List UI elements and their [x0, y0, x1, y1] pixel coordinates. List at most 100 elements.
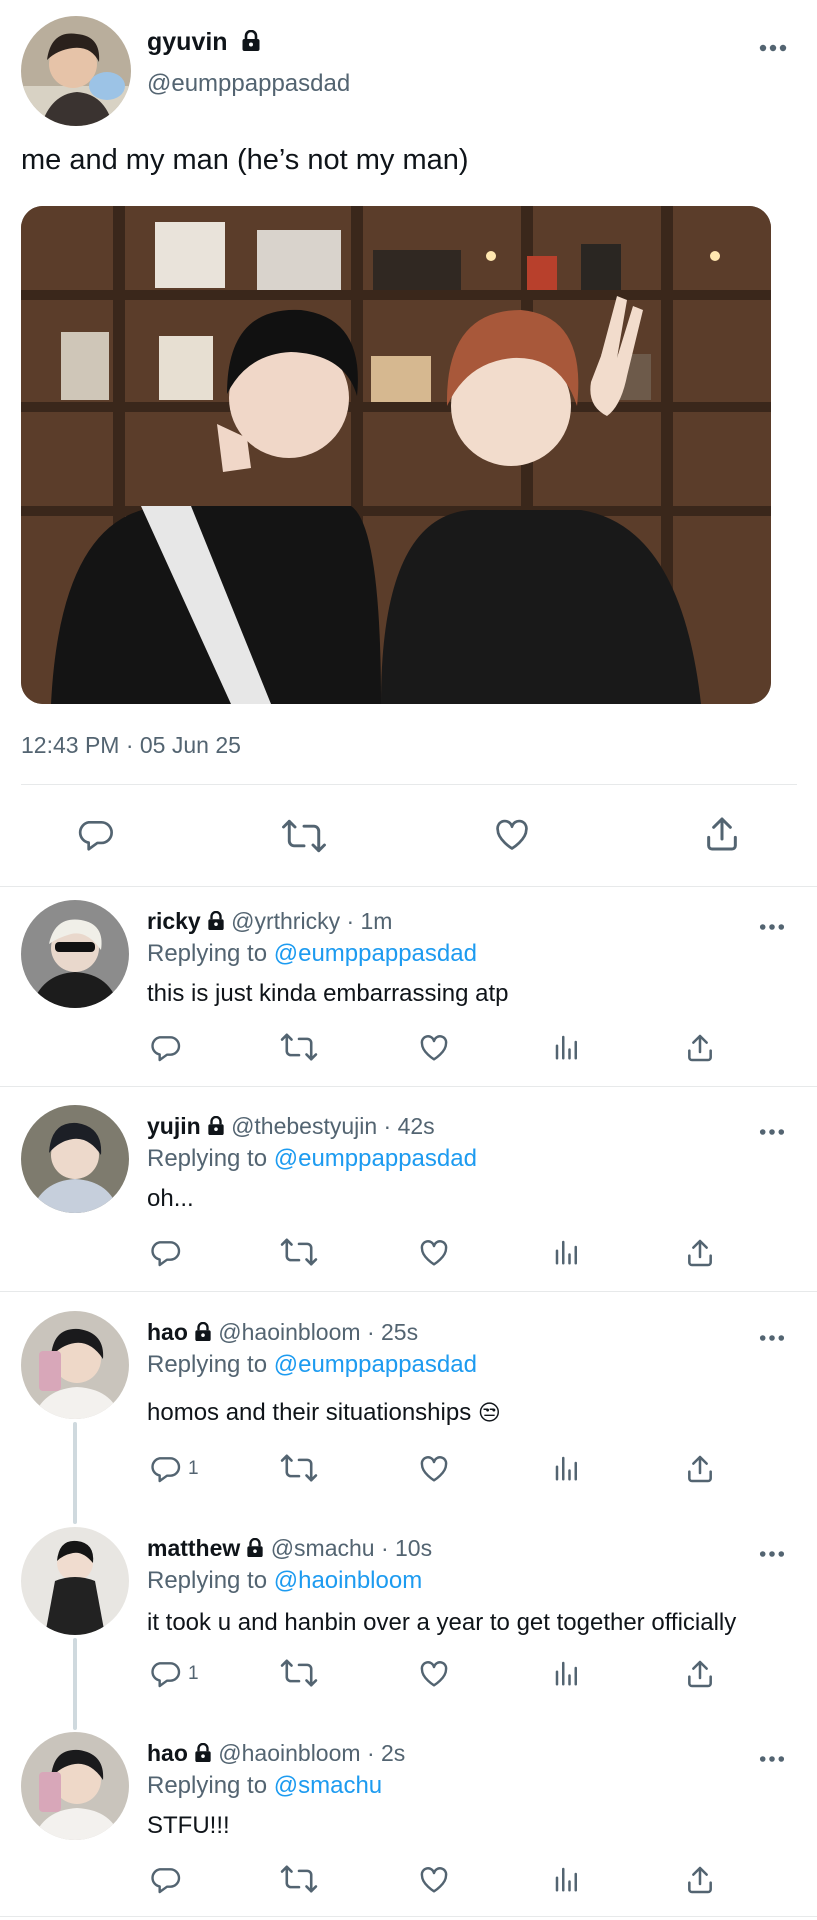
more-icon[interactable] — [759, 1329, 785, 1347]
share-icon — [684, 1032, 716, 1064]
mention-link[interactable]: @eumppappasdad — [274, 1351, 477, 1378]
share-icon — [684, 1864, 716, 1896]
reply-icon — [75, 816, 115, 854]
more-icon[interactable] — [759, 1123, 785, 1141]
mention-link[interactable]: @haoinbloom — [274, 1567, 422, 1594]
author-name-row: gyuvin — [147, 28, 261, 59]
share-button[interactable] — [684, 1032, 716, 1064]
thread-connector — [73, 1422, 77, 1524]
tweet-text: me and my man (he’s not my man) — [21, 144, 469, 176]
retweet-icon — [280, 1658, 318, 1688]
reply-text-content: homos and their situationships — [147, 1399, 472, 1426]
reply-button[interactable]: 1 — [148, 1658, 199, 1690]
like-button[interactable] — [417, 1237, 451, 1269]
share-button[interactable] — [702, 814, 742, 854]
retweet-button[interactable] — [280, 1237, 318, 1267]
views-button[interactable] — [552, 1032, 582, 1062]
retweet-icon — [281, 818, 327, 854]
divider — [21, 784, 797, 785]
avatar[interactable] — [21, 1311, 129, 1419]
retweet-button[interactable] — [281, 818, 327, 854]
reply-button[interactable] — [148, 1864, 182, 1896]
like-button[interactable] — [492, 816, 532, 854]
more-icon[interactable] — [759, 44, 787, 52]
handle-time[interactable]: @thebestyujin · 42s — [231, 1113, 435, 1139]
display-name[interactable]: matthew — [147, 1535, 240, 1561]
unamused-emoji: 😒 — [477, 1400, 501, 1425]
reply-button[interactable] — [148, 1237, 182, 1269]
handle-time[interactable]: @haoinbloom · 2s — [218, 1740, 405, 1766]
reply-icon — [148, 1864, 182, 1896]
mention-link[interactable]: @eumppappasdad — [274, 1145, 477, 1172]
like-button[interactable] — [417, 1658, 451, 1690]
reply-button[interactable] — [75, 816, 115, 854]
like-button[interactable] — [417, 1453, 451, 1485]
like-button[interactable] — [417, 1032, 451, 1064]
author-handle[interactable]: @eumppappasdad — [147, 70, 350, 98]
handle-time[interactable]: @yrthricky · 1m — [231, 908, 392, 934]
lock-icon — [207, 1115, 225, 1142]
more-icon[interactable] — [759, 918, 785, 936]
heart-icon — [492, 816, 532, 854]
more-icon[interactable] — [759, 1750, 785, 1768]
display-name[interactable]: hao — [147, 1740, 188, 1766]
share-button[interactable] — [684, 1453, 716, 1485]
replying-to: Replying to @haoinbloom — [147, 1567, 422, 1595]
views-button[interactable] — [552, 1453, 582, 1483]
lock-icon — [194, 1742, 212, 1769]
heart-icon — [417, 1032, 451, 1064]
retweet-button[interactable] — [280, 1032, 318, 1062]
views-button[interactable] — [552, 1864, 582, 1894]
display-name[interactable]: hao — [147, 1319, 188, 1345]
reply-button[interactable] — [148, 1032, 182, 1064]
handle-time[interactable]: @haoinbloom · 25s — [218, 1319, 418, 1345]
display-name[interactable]: gyuvin — [147, 28, 228, 56]
reply-icon — [148, 1453, 182, 1485]
reply-button[interactable]: 1 — [148, 1453, 199, 1485]
retweet-button[interactable] — [280, 1864, 318, 1894]
heart-icon — [417, 1237, 451, 1269]
replying-to: Replying to @eumppappasdad — [147, 1145, 477, 1173]
replying-label: Replying to — [147, 1567, 268, 1594]
retweet-button[interactable] — [280, 1453, 318, 1483]
share-icon — [702, 814, 742, 854]
avatar[interactable] — [21, 1732, 129, 1840]
reply-count: 1 — [188, 1458, 199, 1479]
views-icon — [552, 1658, 582, 1688]
replying-label: Replying to — [147, 940, 268, 967]
reply-count: 1 — [188, 1663, 199, 1684]
views-button[interactable] — [552, 1658, 582, 1688]
reply-tweet[interactable]: matthew @smachu · 10s Replying to @haoin… — [0, 1513, 817, 1723]
avatar[interactable] — [21, 16, 131, 126]
reply-text: oh... — [147, 1185, 194, 1212]
retweet-button[interactable] — [280, 1658, 318, 1688]
avatar[interactable] — [21, 900, 129, 1008]
share-button[interactable] — [684, 1658, 716, 1690]
reply-header: hao @haoinbloom · 2s — [147, 1740, 405, 1769]
lock-icon — [194, 1321, 212, 1348]
share-button[interactable] — [684, 1237, 716, 1269]
handle-time[interactable]: @smachu · 10s — [271, 1535, 432, 1561]
mention-link[interactable]: @eumppappasdad — [274, 940, 477, 967]
like-button[interactable] — [417, 1864, 451, 1896]
reply-icon — [148, 1658, 182, 1690]
share-button[interactable] — [684, 1864, 716, 1896]
views-button[interactable] — [552, 1237, 582, 1267]
divider — [0, 1291, 817, 1292]
reply-header: matthew @smachu · 10s — [147, 1535, 432, 1564]
avatar[interactable] — [21, 1105, 129, 1213]
replying-label: Replying to — [147, 1772, 268, 1799]
mention-link[interactable]: @smachu — [274, 1772, 382, 1799]
retweet-icon — [280, 1032, 318, 1062]
replying-to: Replying to @smachu — [147, 1772, 382, 1800]
retweet-icon — [280, 1237, 318, 1267]
share-icon — [684, 1237, 716, 1269]
more-icon[interactable] — [759, 1545, 785, 1563]
display-name[interactable]: ricky — [147, 908, 201, 934]
reply-header: yujin @thebestyujin · 42s — [147, 1113, 435, 1142]
views-icon — [552, 1237, 582, 1267]
avatar[interactable] — [21, 1527, 129, 1635]
tweet-photo[interactable] — [21, 206, 771, 704]
reply-text: STFU!!! — [147, 1812, 230, 1839]
display-name[interactable]: yujin — [147, 1113, 201, 1139]
